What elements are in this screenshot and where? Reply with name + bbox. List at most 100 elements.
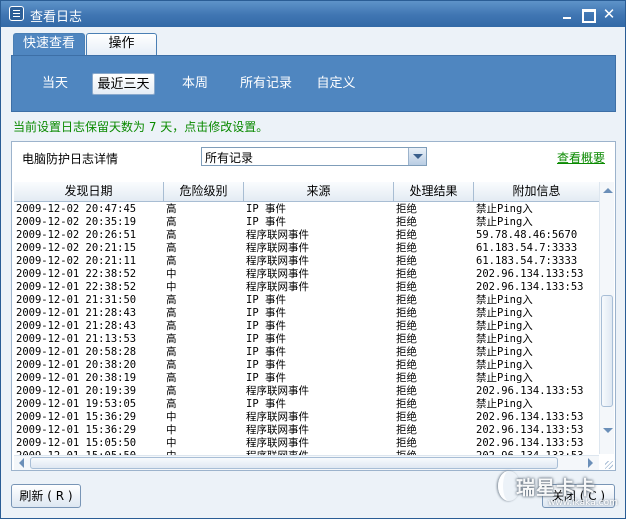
cell-extra: 禁止Ping入 — [476, 372, 533, 384]
cell-date: 2009-12-02 20:26:51 — [16, 229, 137, 241]
quick-this-week-button[interactable]: 本周 — [172, 73, 218, 95]
table-row[interactable]: 2009-12-01 21:31:50 高 IP 事件 拒绝 禁止Ping入 — [14, 294, 599, 307]
table-row[interactable]: 2009-12-02 20:26:51 高 程序联网事件 拒绝 59.78.48.46:… — [14, 229, 599, 242]
quick-all-records-button[interactable]: 所有记录 — [234, 73, 298, 95]
scroll-down-icon[interactable] — [601, 424, 614, 438]
vertical-scrollbar[interactable] — [599, 182, 614, 454]
column-header-level[interactable]: 危险级别 — [164, 182, 244, 202]
table-row[interactable]: 2009-12-01 20:19:39 高 程序联网事件 拒绝 202.96.134.1… — [14, 385, 599, 398]
detail-label: 电脑防护日志详情 — [22, 152, 119, 166]
cell-date: 2009-12-02 20:47:45 — [16, 203, 137, 215]
cell-source: IP 事件 — [246, 398, 286, 410]
tab-operations[interactable]: 操作 — [86, 33, 157, 55]
table-row[interactable]: 2009-12-01 21:13:53 高 IP 事件 拒绝 禁止Ping入 — [14, 333, 599, 346]
table-row[interactable]: 2009-12-01 20:58:28 高 IP 事件 拒绝 禁止Ping入 — [14, 346, 599, 359]
cell-level: 高 — [166, 216, 177, 228]
column-header-extra[interactable]: 附加信息 — [474, 182, 599, 202]
cell-source: 程序联网事件 — [246, 437, 309, 449]
cell-result: 拒绝 — [396, 372, 417, 384]
scroll-right-icon[interactable] — [583, 457, 597, 470]
table-row[interactable]: 2009-12-01 19:53:05 高 IP 事件 拒绝 禁止Ping入 — [14, 398, 599, 411]
column-header-result[interactable]: 处理结果 — [394, 182, 474, 202]
cell-source: IP 事件 — [246, 294, 286, 306]
cell-date: 2009-12-02 20:35:19 — [16, 216, 137, 228]
quick-today-button[interactable]: 当天 — [32, 73, 78, 95]
quick-last-three-days-button[interactable]: 最近三天 — [92, 73, 155, 95]
log-table: 发现日期 危险级别 来源 处理结果 附加信息 2009-12-02 20:47:… — [14, 182, 599, 456]
table-row[interactable]: 2009-12-01 22:38:52 中 程序联网事件 拒绝 202.96.134.1… — [14, 268, 599, 281]
cell-extra: 59.78.48.46:5670 — [476, 229, 578, 241]
maximize-icon[interactable] — [579, 6, 596, 23]
table-row[interactable]: 2009-12-01 22:38:52 中 程序联网事件 拒绝 202.96.134.1… — [14, 281, 599, 294]
horizontal-scroll-thumb[interactable] — [30, 457, 558, 469]
close-button[interactable]: 关闭 ( C ) — [542, 484, 615, 508]
cell-extra: 禁止Ping入 — [476, 216, 533, 228]
cell-source: IP 事件 — [246, 203, 286, 215]
table-row[interactable]: 2009-12-01 15:36:29 中 程序联网事件 拒绝 202.96.134.1… — [14, 411, 599, 424]
scroll-left-icon[interactable] — [16, 457, 30, 470]
cell-result: 拒绝 — [396, 385, 417, 397]
cell-level: 高 — [166, 203, 177, 215]
tab-quick-view[interactable]: 快速查看 — [13, 33, 85, 56]
cell-date: 2009-12-01 21:28:43 — [16, 307, 137, 319]
table-row[interactable]: 2009-12-01 20:38:20 高 IP 事件 拒绝 禁止Ping入 — [14, 359, 599, 372]
chevron-down-icon[interactable] — [408, 148, 426, 165]
column-header-date[interactable]: 发现日期 — [14, 182, 164, 202]
column-header-source[interactable]: 来源 — [244, 182, 394, 202]
cell-level: 高 — [166, 385, 177, 397]
cell-source: IP 事件 — [246, 216, 286, 228]
cell-source: IP 事件 — [246, 320, 286, 332]
cell-extra: 禁止Ping入 — [476, 346, 533, 358]
cell-result: 拒绝 — [396, 333, 417, 345]
cell-extra: 202.96.134.133:53 — [476, 437, 584, 449]
refresh-button[interactable]: 刷新 ( R ) — [11, 484, 81, 508]
scroll-up-icon[interactable] — [601, 184, 614, 198]
cell-source: 程序联网事件 — [246, 268, 309, 280]
cell-level: 高 — [166, 320, 177, 332]
cell-level: 高 — [166, 398, 177, 410]
table-row[interactable]: 2009-12-02 20:21:15 高 程序联网事件 拒绝 61.183.54.7:… — [14, 242, 599, 255]
close-icon[interactable]: ✕ — [601, 6, 617, 22]
cell-source: 程序联网事件 — [246, 385, 309, 397]
resize-grip-icon[interactable] — [602, 458, 614, 470]
cell-result: 拒绝 — [396, 359, 417, 371]
log-viewer-window: 查看日志 ✕ 快速查看 操作 当天 最近三天 本周 所有记录 自定义 当前设置日… — [0, 0, 626, 519]
title-bar[interactable]: 查看日志 ✕ — [1, 1, 625, 27]
table-row[interactable]: 2009-12-02 20:21:11 高 程序联网事件 拒绝 61.183.54.7:… — [14, 255, 599, 268]
record-filter-value: 所有记录 — [205, 151, 254, 165]
cell-level: 高 — [166, 255, 177, 267]
quick-view-panel: 当天 最近三天 本周 所有记录 自定义 — [11, 55, 616, 112]
table-row[interactable]: 2009-12-01 20:38:19 高 IP 事件 拒绝 禁止Ping入 — [14, 372, 599, 385]
minimize-icon[interactable] — [559, 6, 575, 22]
table-row[interactable]: 2009-12-01 21:28:43 高 IP 事件 拒绝 禁止Ping入 — [14, 307, 599, 320]
record-filter-select[interactable]: 所有记录 — [201, 147, 427, 166]
cell-level: 中 — [166, 268, 177, 280]
cell-level: 高 — [166, 294, 177, 306]
table-header: 发现日期 危险级别 来源 处理结果 附加信息 — [14, 182, 599, 202]
cell-result: 拒绝 — [396, 424, 417, 436]
cell-result: 拒绝 — [396, 398, 417, 410]
cell-source: 程序联网事件 — [246, 242, 309, 254]
cell-source: IP 事件 — [246, 372, 286, 384]
table-row[interactable]: 2009-12-01 15:05:50 中 程序联网事件 拒绝 202.96.134.1… — [14, 437, 599, 450]
table-row[interactable]: 2009-12-01 21:28:43 高 IP 事件 拒绝 禁止Ping入 — [14, 320, 599, 333]
cell-extra: 禁止Ping入 — [476, 307, 533, 319]
cell-extra: 202.96.134.133:53 — [476, 424, 584, 436]
vertical-scroll-thumb[interactable] — [601, 295, 613, 407]
view-overview-link[interactable]: 查看概要 — [557, 149, 605, 166]
cell-level: 中 — [166, 281, 177, 293]
cell-level: 中 — [166, 411, 177, 423]
table-row[interactable]: 2009-12-01 15:36:29 中 程序联网事件 拒绝 202.96.134.1… — [14, 424, 599, 437]
watermark-swoosh-icon — [498, 471, 520, 501]
quick-custom-button[interactable]: 自定义 — [312, 73, 360, 95]
cell-source: 程序联网事件 — [246, 255, 309, 267]
retention-hint-link[interactable]: 当前设置日志保留天数为 7 天，点击修改设置。 — [13, 118, 268, 135]
horizontal-scrollbar[interactable] — [14, 455, 599, 470]
table-row[interactable]: 2009-12-02 20:35:19 高 IP 事件 拒绝 禁止Ping入 — [14, 216, 599, 229]
cell-result: 拒绝 — [396, 437, 417, 449]
cell-extra: 61.183.54.7:3333 — [476, 242, 578, 254]
table-row[interactable]: 2009-12-02 20:47:45 高 IP 事件 拒绝 禁止Ping入 — [14, 203, 599, 216]
cell-date: 2009-12-01 15:05:50 — [16, 437, 137, 449]
table-body: 2009-12-02 20:47:45 高 IP 事件 拒绝 禁止Ping入 2009-1… — [14, 203, 599, 456]
cell-date: 2009-12-02 20:21:11 — [16, 255, 137, 267]
